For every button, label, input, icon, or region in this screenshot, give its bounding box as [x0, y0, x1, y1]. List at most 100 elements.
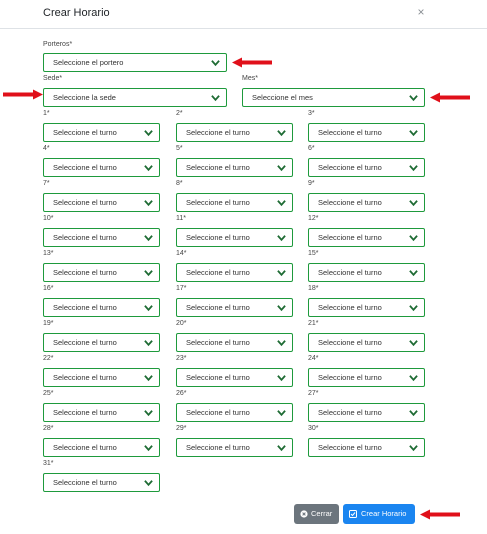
- day-label: 27*: [308, 390, 319, 397]
- day-label: 10*: [43, 215, 54, 222]
- day-label: 15*: [308, 250, 319, 257]
- sede-select-value: Seleccione la sede: [53, 93, 116, 102]
- day-label: 18*: [308, 285, 319, 292]
- turno-select[interactable]: Seleccione el turno: [43, 193, 160, 212]
- turno-select-value: Seleccione el turno: [53, 163, 117, 172]
- day-label: 30*: [308, 425, 319, 432]
- turno-select-value: Seleccione el turno: [186, 198, 250, 207]
- chevron-down-icon: [211, 94, 220, 102]
- chevron-down-icon: [211, 59, 220, 67]
- turno-select[interactable]: Seleccione el turno: [176, 193, 293, 212]
- chevron-down-icon: [144, 409, 153, 417]
- turno-select-value: Seleccione el turno: [318, 268, 382, 277]
- red-arrow-icon: [232, 57, 272, 68]
- red-arrow-icon: [420, 509, 460, 520]
- turno-select-value: Seleccione el turno: [318, 373, 382, 382]
- chevron-down-icon: [277, 374, 286, 382]
- chevron-down-icon: [409, 374, 418, 382]
- day-label: 14*: [176, 250, 187, 257]
- turno-select-value: Seleccione el turno: [318, 128, 382, 137]
- turno-select[interactable]: Seleccione el turno: [176, 228, 293, 247]
- turno-select[interactable]: Seleccione el turno: [308, 228, 425, 247]
- day-label: 7*: [43, 180, 50, 187]
- chevron-down-icon: [144, 374, 153, 382]
- day-label: 24*: [308, 355, 319, 362]
- red-arrow-icon: [3, 89, 43, 100]
- chevron-down-icon: [409, 199, 418, 207]
- day-label: 4*: [43, 145, 50, 152]
- modal-title: Crear Horario: [43, 7, 110, 19]
- close-modal-button[interactable]: ×: [414, 5, 428, 19]
- turno-select[interactable]: Seleccione el turno: [308, 123, 425, 142]
- chevron-down-icon: [144, 479, 153, 487]
- day-label: 5*: [176, 145, 183, 152]
- chevron-down-icon: [144, 129, 153, 137]
- chevron-down-icon: [277, 409, 286, 417]
- turno-select[interactable]: Seleccione el turno: [308, 403, 425, 422]
- turno-select[interactable]: Seleccione el turno: [176, 158, 293, 177]
- day-label: 29*: [176, 425, 187, 432]
- chevron-down-icon: [409, 409, 418, 417]
- turno-select[interactable]: Seleccione el turno: [43, 158, 160, 177]
- chevron-down-icon: [409, 94, 418, 102]
- porteros-select[interactable]: Seleccione el portero: [43, 53, 227, 72]
- turno-select-value: Seleccione el turno: [53, 373, 117, 382]
- turno-select[interactable]: Seleccione el turno: [176, 298, 293, 317]
- turno-select-value: Seleccione el turno: [318, 233, 382, 242]
- chevron-down-icon: [277, 444, 286, 452]
- turno-select[interactable]: Seleccione el turno: [308, 368, 425, 387]
- turno-select[interactable]: Seleccione el turno: [308, 298, 425, 317]
- turno-select[interactable]: Seleccione el turno: [176, 368, 293, 387]
- turno-select-value: Seleccione el turno: [186, 338, 250, 347]
- turno-select[interactable]: Seleccione el turno: [43, 228, 160, 247]
- chevron-down-icon: [277, 234, 286, 242]
- cerrar-button-label: Cerrar: [311, 509, 333, 518]
- turno-select[interactable]: Seleccione el turno: [176, 403, 293, 422]
- chevron-down-icon: [277, 304, 286, 312]
- turno-select[interactable]: Seleccione el turno: [176, 263, 293, 282]
- day-label: 23*: [176, 355, 187, 362]
- chevron-down-icon: [409, 164, 418, 172]
- crear-horario-button[interactable]: Crear Horario: [343, 504, 415, 524]
- day-label: 25*: [43, 390, 54, 397]
- sede-select[interactable]: Seleccione la sede: [43, 88, 227, 107]
- day-label: 26*: [176, 390, 187, 397]
- turno-select[interactable]: Seleccione el turno: [43, 333, 160, 352]
- turno-select[interactable]: Seleccione el turno: [308, 158, 425, 177]
- sede-label: Sede*: [43, 75, 63, 82]
- porteros-label: Porteros*: [43, 41, 73, 48]
- turno-select[interactable]: Seleccione el turno: [43, 298, 160, 317]
- turno-select[interactable]: Seleccione el turno: [308, 333, 425, 352]
- crear-horario-button-label: Crear Horario: [361, 509, 407, 518]
- day-label: 3*: [308, 110, 315, 117]
- turno-select-value: Seleccione el turno: [53, 303, 117, 312]
- turno-select[interactable]: Seleccione el turno: [308, 438, 425, 457]
- turno-select-value: Seleccione el turno: [318, 303, 382, 312]
- turno-select[interactable]: Seleccione el turno: [308, 193, 425, 212]
- chevron-down-icon: [144, 164, 153, 172]
- turno-select[interactable]: Seleccione el turno: [43, 368, 160, 387]
- cerrar-button[interactable]: Cerrar: [294, 504, 339, 524]
- turno-select[interactable]: Seleccione el turno: [43, 123, 160, 142]
- turno-select[interactable]: Seleccione el turno: [308, 263, 425, 282]
- turno-select[interactable]: Seleccione el turno: [43, 263, 160, 282]
- chevron-down-icon: [144, 304, 153, 312]
- turno-select-value: Seleccione el turno: [53, 408, 117, 417]
- turno-select-value: Seleccione el turno: [186, 443, 250, 452]
- day-label: 22*: [43, 355, 54, 362]
- turno-select-value: Seleccione el turno: [53, 443, 117, 452]
- turno-select-value: Seleccione el turno: [318, 338, 382, 347]
- turno-select[interactable]: Seleccione el turno: [176, 333, 293, 352]
- red-arrow-icon: [430, 92, 470, 103]
- mes-select[interactable]: Seleccione el mes: [242, 88, 425, 107]
- turno-select-value: Seleccione el turno: [53, 233, 117, 242]
- turno-select-value: Seleccione el turno: [53, 198, 117, 207]
- turno-select[interactable]: Seleccione el turno: [43, 438, 160, 457]
- day-label: 6*: [308, 145, 315, 152]
- turno-select[interactable]: Seleccione el turno: [43, 403, 160, 422]
- turno-select-value: Seleccione el turno: [318, 163, 382, 172]
- turno-select[interactable]: Seleccione el turno: [43, 473, 160, 492]
- day-label: 16*: [43, 285, 54, 292]
- turno-select[interactable]: Seleccione el turno: [176, 123, 293, 142]
- turno-select[interactable]: Seleccione el turno: [176, 438, 293, 457]
